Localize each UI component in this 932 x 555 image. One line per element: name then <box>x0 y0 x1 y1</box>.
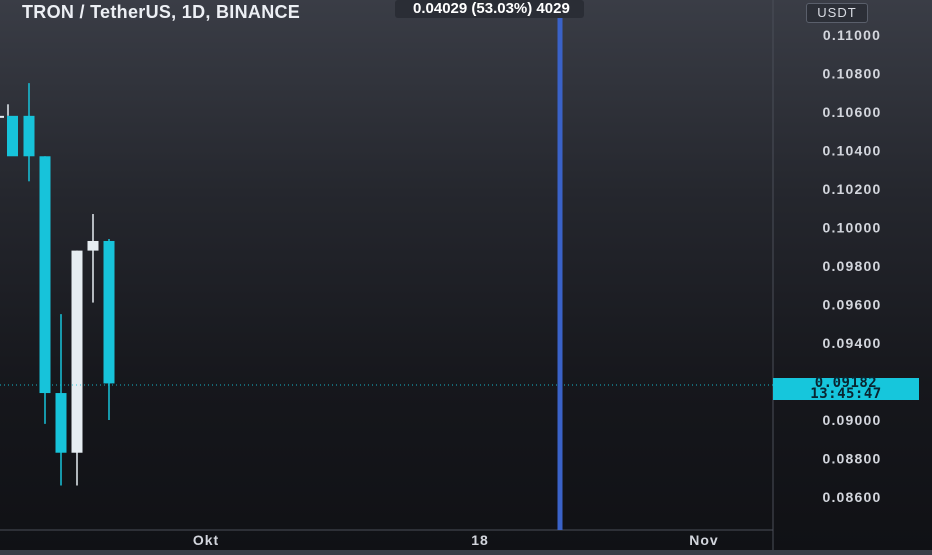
y-tick-label: 0.10000 <box>822 220 881 236</box>
candle-body <box>87 240 99 251</box>
y-tick-label: 0.10800 <box>822 66 881 82</box>
y-tick-label: 0.08800 <box>822 451 881 467</box>
x-tick-label: Nov <box>689 532 718 548</box>
chart-canvas[interactable]: 0.11000 0.10800 0.10600 0.10400 0.10200 0.100… <box>0 0 932 550</box>
currency-selector[interactable]: USDT <box>806 3 868 23</box>
y-tick-label: 0.09000 <box>822 412 881 428</box>
y-tick-label: 0.09400 <box>822 335 881 351</box>
candle-body <box>23 115 35 157</box>
y-tick-label: 0.08600 <box>822 489 881 505</box>
candle-body <box>55 393 67 453</box>
y-tick-label: 0.10200 <box>822 181 881 197</box>
candle-body <box>7 115 18 157</box>
y-tick-label: 0.10400 <box>822 143 881 159</box>
candle-body <box>39 156 51 394</box>
y-tick-label: 0.09800 <box>822 258 881 274</box>
last-price-label: 0.09182 13:45:47 <box>773 376 919 402</box>
measure-tooltip: 0.04029 (53.03%) 4029 <box>395 0 584 18</box>
countdown-timer: 13:45:47 <box>810 386 882 402</box>
candle-body <box>0 115 4 118</box>
symbol-title: TRON / TetherUS, 1D, BINANCE <box>22 2 301 22</box>
x-tick-label: 18 <box>471 532 489 548</box>
x-tick-label: Okt <box>193 532 219 548</box>
candle-body <box>103 240 115 384</box>
candle-body <box>71 250 83 453</box>
y-tick-label: 0.10600 <box>822 104 881 120</box>
y-tick-label: 0.11000 <box>823 27 881 43</box>
chart-container[interactable]: 0.11000 0.10800 0.10600 0.10400 0.10200 0.100… <box>0 0 932 550</box>
y-tick-label: 0.09600 <box>822 297 881 313</box>
